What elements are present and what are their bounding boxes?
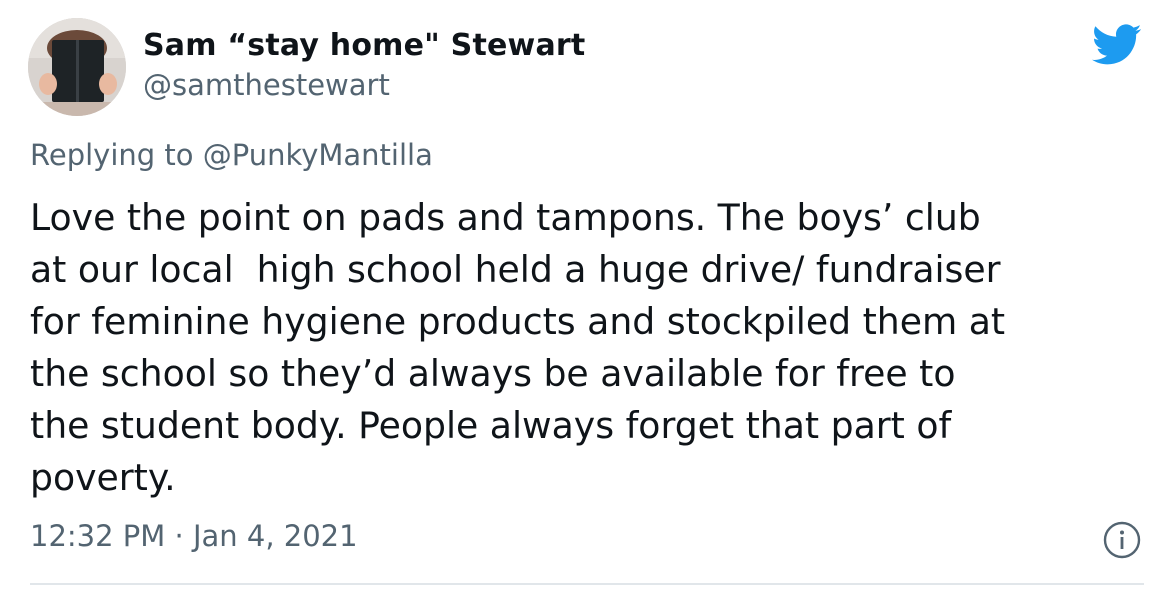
- tweet-card: Sam “stay home" Stewart @samthestewart R…: [0, 0, 1168, 594]
- reply-handle-link[interactable]: @PunkyMantilla: [203, 138, 433, 172]
- tweet-body-line: for feminine hygiene products and stockp…: [30, 300, 1006, 343]
- tweet-timestamp[interactable]: 12:32 PM · Jan 4, 2021: [30, 519, 358, 553]
- info-icon[interactable]: [1102, 520, 1142, 560]
- reply-prefix: Replying to: [30, 138, 203, 172]
- divider: [30, 583, 1144, 585]
- author-handle[interactable]: @samthestewart: [143, 68, 390, 102]
- avatar[interactable]: [28, 18, 126, 116]
- twitter-bird-icon[interactable]: [1092, 24, 1142, 66]
- tweet-body-line: poverty.: [30, 456, 176, 499]
- tweet-body-line: the student body. People always forget t…: [30, 404, 952, 447]
- reply-context: Replying to @PunkyMantilla: [30, 138, 433, 172]
- tweet-body-line: the school so they’d always be available…: [30, 352, 956, 395]
- tweet-body-line: Love the point on pads and tampons. The …: [30, 196, 981, 239]
- tweet-body-line: at our local high school held a huge dri…: [30, 248, 1001, 291]
- person-reading-book-avatar: [28, 18, 126, 116]
- author-display-name[interactable]: Sam “stay home" Stewart: [143, 28, 585, 63]
- tweet-body: Love the point on pads and tampons. The …: [30, 192, 1142, 504]
